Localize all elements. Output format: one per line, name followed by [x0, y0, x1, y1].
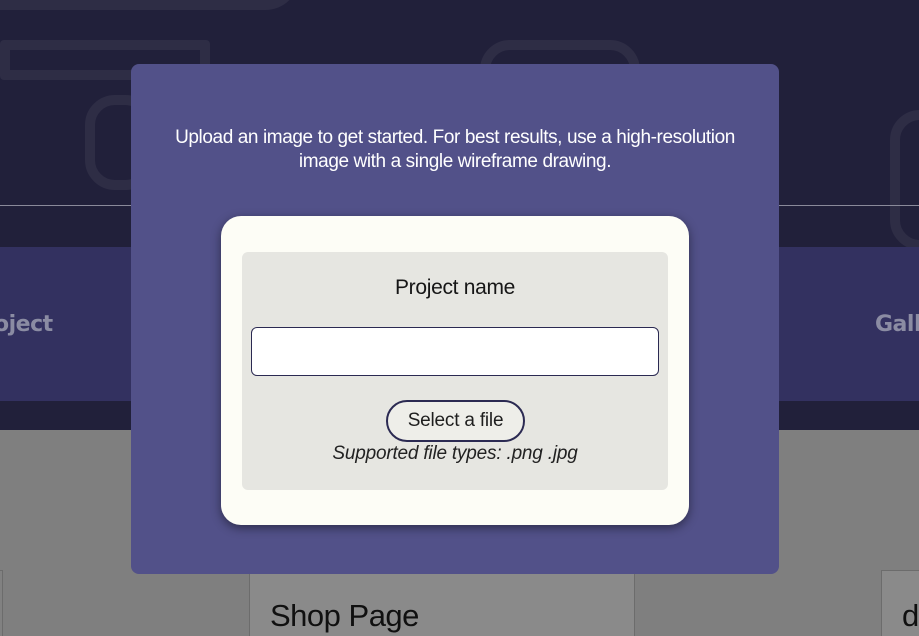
hero-decoration — [890, 110, 919, 250]
project-name-label: Project name — [394, 276, 516, 299]
background-card-title: d — [902, 598, 919, 633]
modal-intro-text: Upload an image to get started. For best… — [175, 127, 735, 172]
background-card — [0, 570, 3, 636]
select-file-button[interactable]: Select a file — [386, 400, 525, 442]
upload-card: Project name Select a file Supported fil… — [221, 216, 689, 525]
upload-form: Project name Select a file Supported fil… — [242, 252, 668, 490]
background-card-title: Shop Page — [270, 598, 419, 633]
supported-file-types: Supported file types: .png .jpg — [332, 443, 578, 464]
project-name-input[interactable] — [251, 327, 659, 376]
hero-decoration — [0, 0, 300, 10]
background-nav-item: Gall — [875, 312, 919, 337]
background-nav-item: oject — [0, 312, 53, 337]
